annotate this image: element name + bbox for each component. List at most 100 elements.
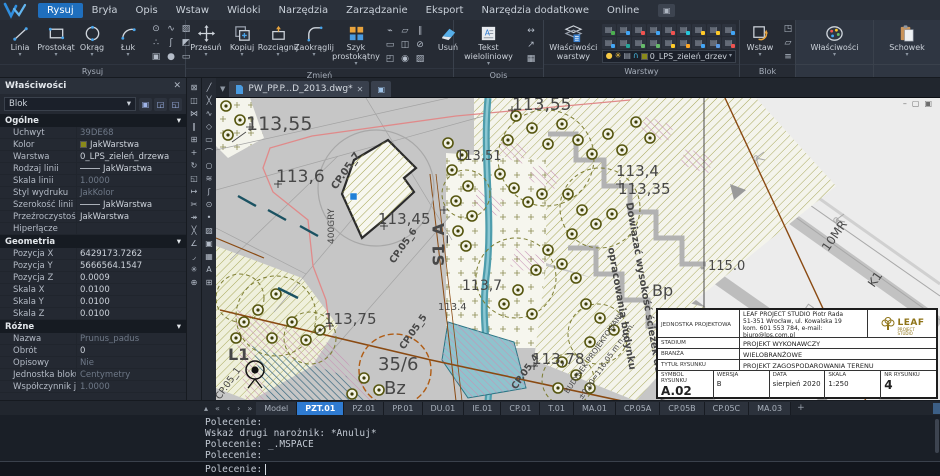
insert-block-icon[interactable]: ⊞ (203, 276, 215, 288)
menu-tab[interactable]: Eksport (417, 3, 473, 18)
layout-tab[interactable]: Model (256, 402, 297, 415)
property-row[interactable]: Opisowy Nie (0, 357, 186, 369)
hatch-icon[interactable]: ▨ (203, 224, 215, 236)
property-row[interactable]: Przeźroczystość JakWarstwa (0, 211, 186, 223)
donut-icon[interactable]: ● (164, 51, 178, 64)
close-tab-icon[interactable]: ✕ (357, 85, 364, 94)
scale-icon[interactable]: ◱ (188, 172, 200, 184)
layout-tab[interactable]: CP.05A (616, 402, 660, 415)
layer-color[interactable]: ▤ (647, 24, 661, 36)
delete-duplicates-icon[interactable]: ⊘ (413, 39, 427, 52)
last-layout-icon[interactable]: » (244, 404, 255, 413)
layer-state[interactable]: ▤ (632, 37, 646, 49)
first-layout-icon[interactable]: « (212, 404, 223, 413)
layer-walk[interactable]: ▤ (722, 24, 736, 36)
menu-tab[interactable]: Narzędzia (270, 3, 338, 18)
point-icon[interactable]: ∴ (149, 37, 163, 50)
property-row[interactable]: Obrót 0 (0, 345, 186, 357)
polygon-icon[interactable]: ◇ (203, 120, 215, 132)
clipboard-button[interactable]: Schowek ▾ (887, 22, 927, 64)
layer-off-current[interactable]: ▤ (662, 37, 676, 49)
ellipse-icon[interactable]: ⊙ (203, 198, 215, 210)
property-row[interactable]: Pozycja Z 0.0009 (0, 272, 186, 284)
properties-palette-button[interactable]: Właściwości ▾ (808, 22, 860, 64)
layer-properties-button[interactable]: Właściwości warstwy (547, 22, 600, 64)
layout-bar-scrollbar[interactable] (933, 403, 940, 414)
arc-button[interactable]: Łuk ▾ (111, 22, 145, 64)
polyline-icon[interactable]: ʃ (164, 37, 178, 50)
viewport-restore-icon[interactable]: ▢ (912, 100, 920, 108)
selection-grip[interactable] (350, 193, 357, 200)
move-icon[interactable]: + (188, 146, 200, 158)
viewport-minimize-icon[interactable]: – (903, 100, 907, 108)
region-icon[interactable]: ▣ (149, 51, 163, 64)
rectangle-icon[interactable]: ▭ (203, 133, 215, 145)
menu-tab[interactable]: Widoki (218, 3, 269, 18)
ellipse-icon[interactable]: ⊙ (149, 23, 163, 36)
property-row[interactable]: Skala Y 0.0100 (0, 296, 186, 308)
property-row[interactable]: Jednostka bloku Centymetry (0, 369, 186, 381)
table-icon[interactable]: ▦ (524, 53, 538, 66)
group-title-wlasciwosci[interactable] (796, 64, 873, 77)
tab-overflow-icon[interactable]: ▼ (218, 85, 227, 97)
layout-tab[interactable]: T.01 (540, 402, 574, 415)
break-icon[interactable]: ▭ (383, 39, 397, 52)
section-header-rozne[interactable]: Różne ▾ (0, 320, 186, 333)
prev-layout-icon[interactable]: ‹ (224, 404, 233, 413)
property-row[interactable]: Nazwa Prunus_padus (0, 333, 186, 345)
property-row[interactable]: Szerokość linii JakWarstwa (0, 199, 186, 211)
line-icon[interactable]: ╱ (203, 81, 215, 93)
layout-menu-icon[interactable]: ▴ (201, 404, 211, 413)
property-row[interactable]: Styl wydruku JakKolor (0, 187, 186, 199)
rotate-icon[interactable]: ◉ (398, 53, 412, 66)
spline-icon[interactable]: ∿ (164, 23, 178, 36)
layer-dropdown[interactable]: ● ✳ ▤ ∩ 0_LPS_zieleń_drzev ▾ (602, 50, 736, 63)
explode-icon[interactable]: ▨ (413, 53, 427, 66)
stretch-button[interactable]: Rozciągnij ▾ (261, 22, 295, 68)
offset-icon[interactable]: ∥ (413, 25, 427, 38)
property-row[interactable]: Pozycja X 6429173.7262 (0, 248, 186, 260)
layout-tab[interactable]: CP.05C (705, 402, 749, 415)
layer-plot[interactable]: ▤ (662, 24, 676, 36)
layout-tab[interactable]: CP.05B (660, 402, 704, 415)
align-icon[interactable]: ◫ (398, 39, 412, 52)
group-title-blok[interactable]: Blok (740, 64, 795, 77)
layout-tab[interactable]: IE.01 (464, 402, 501, 415)
layer-copy-objects[interactable]: ▤ (677, 37, 691, 49)
leader-icon[interactable]: ↗ (524, 39, 538, 52)
insert-block-button[interactable]: Wstaw ▾ (743, 22, 777, 64)
mirror-icon[interactable]: ▱ (398, 25, 412, 38)
rotate-icon[interactable]: ↻ (188, 159, 200, 171)
next-layout-icon[interactable]: › (234, 404, 243, 413)
layer-freeze[interactable]: ▤ (617, 24, 631, 36)
drawing-canvas[interactable]: – ▢ ▣ (216, 97, 940, 400)
layer-unlock[interactable]: ▤ (707, 37, 721, 49)
mirror-icon[interactable]: ⋈ (188, 107, 200, 119)
layer-delete[interactable]: ▤ (707, 24, 721, 36)
layer-match[interactable]: ▤ (602, 37, 616, 49)
text-icon[interactable]: A (203, 263, 215, 275)
extend-icon[interactable]: ↠ (188, 211, 200, 223)
layer-on[interactable]: ▤ (602, 24, 616, 36)
select-objects-icon[interactable]: ◲ (154, 98, 167, 111)
construction-line-icon[interactable]: ╳ (203, 94, 215, 106)
new-tab-button[interactable]: ▣ (371, 81, 391, 97)
rectangle-button[interactable]: Prostokąt ▾ (39, 22, 73, 64)
property-row[interactable]: Warstwa 0_LPS_zieleń_drzewa (0, 151, 186, 163)
layer-lock[interactable]: ▤ (632, 24, 646, 36)
viewport-maximize-icon[interactable]: ▣ (924, 100, 932, 108)
layer-isolate[interactable]: ▤ (677, 24, 691, 36)
move-button[interactable]: Przesuń ▾ (189, 22, 223, 68)
attributes-icon[interactable]: ≡ (781, 51, 795, 64)
group-title-warstwy[interactable]: Warstwy (544, 64, 739, 77)
layer-new[interactable]: ▤ (647, 37, 661, 49)
array-icon[interactable]: ⊞ (188, 133, 200, 145)
menu-tab[interactable]: Zarządzanie (337, 3, 416, 18)
layer-merge[interactable]: ▤ (692, 24, 706, 36)
property-row[interactable]: Kolor JakWarstwa (0, 139, 186, 151)
layout-tab[interactable]: DU.01 (423, 402, 465, 415)
copy-icon[interactable]: ◫ (188, 94, 200, 106)
layout-tab[interactable]: CP.01 (501, 402, 540, 415)
property-row[interactable]: Współczynnik j... 1.0000 (0, 381, 186, 393)
table-icon[interactable]: ▦ (203, 250, 215, 262)
